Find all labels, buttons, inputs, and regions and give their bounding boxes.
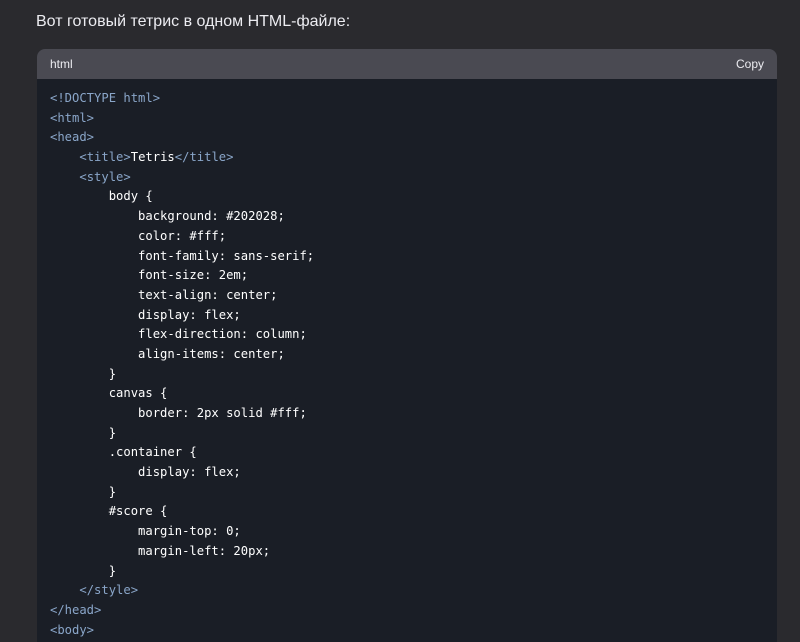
code-line: font-family: sans-serif; (50, 247, 764, 267)
code-token: <style> (79, 169, 131, 184)
code-line: <body> (50, 621, 764, 641)
code-token: display: flex; (50, 465, 241, 480)
code-token: <body> (50, 622, 95, 637)
code-line: body { (50, 187, 764, 207)
code-token: flex-direction: column; (50, 327, 307, 342)
code-token: canvas { (50, 386, 168, 401)
code-token: margin-left: 20px; (50, 543, 271, 558)
copy-button[interactable]: Copy (736, 57, 764, 71)
code-token: } (50, 484, 117, 499)
code-token: } (50, 425, 117, 440)
code-token: <title> (79, 150, 131, 165)
code-line: .container { (50, 443, 764, 463)
code-line: } (50, 424, 764, 444)
code-token: border: 2px solid #fff; (50, 406, 307, 420)
code-line: align-items: center; (50, 345, 764, 365)
code-token: align-items: center; (50, 346, 285, 361)
code-line: text-align: center; (50, 286, 764, 306)
code-token: display: flex; (50, 307, 241, 322)
code-token: </style> (79, 583, 139, 598)
code-line: margin-top: 0; (50, 522, 764, 542)
code-line: </head> (50, 601, 764, 621)
code-token: } (50, 563, 117, 578)
code-line: #score { (50, 502, 764, 522)
code-language-label: html (50, 57, 73, 71)
code-block-header: html Copy (37, 49, 777, 79)
code-token: font-family: sans-serif; (50, 248, 315, 263)
code-token: <!DOCTYPE html> (50, 91, 161, 105)
code-token: body { (50, 189, 153, 204)
code-content: <!DOCTYPE html> <html> <head> <title>Tetri… (37, 79, 777, 640)
code-token: margin-top: 0; (50, 524, 241, 539)
code-token: Tetris (130, 150, 175, 165)
code-token: </title> (174, 150, 234, 165)
assistant-message-intro: Вот готовый тетрис в одном HTML-файле: (36, 13, 351, 30)
code-line: } (50, 365, 764, 385)
code-token: background: #202028; (50, 209, 285, 224)
code-token: color: #fff; (50, 228, 227, 243)
code-line: <style> (50, 168, 764, 188)
code-line: display: flex; (50, 306, 764, 326)
code-line: canvas { (50, 384, 764, 404)
code-line: } (50, 483, 764, 503)
code-line: flex-direction: column; (50, 325, 764, 345)
code-block: html Copy <!DOCTYPE html> <html> <head> <t… (37, 49, 777, 642)
code-line: display: flex; (50, 463, 764, 483)
code-line: } (50, 562, 764, 582)
code-line: <!DOCTYPE html> (50, 89, 764, 109)
code-line: </style> (50, 581, 764, 601)
code-token: .container { (50, 445, 197, 460)
code-line: border: 2px solid #fff; (50, 404, 764, 424)
code-line: <head> (50, 128, 764, 148)
code-token: #score { (50, 504, 168, 519)
code-line: margin-left: 20px; (50, 542, 764, 562)
code-line: font-size: 2em; (50, 266, 764, 286)
code-line: <html> (50, 109, 764, 129)
code-token: } (50, 366, 117, 381)
code-token: </head> (50, 602, 102, 617)
code-token: <html> (50, 110, 95, 125)
code-line: color: #fff; (50, 227, 764, 247)
code-token: font-size: 2em; (50, 268, 249, 283)
code-token: text-align: center; (50, 287, 278, 302)
code-line: background: #202028; (50, 207, 764, 227)
code-line: <title>Tetris</title> (50, 148, 764, 168)
code-token: <head> (50, 130, 95, 145)
